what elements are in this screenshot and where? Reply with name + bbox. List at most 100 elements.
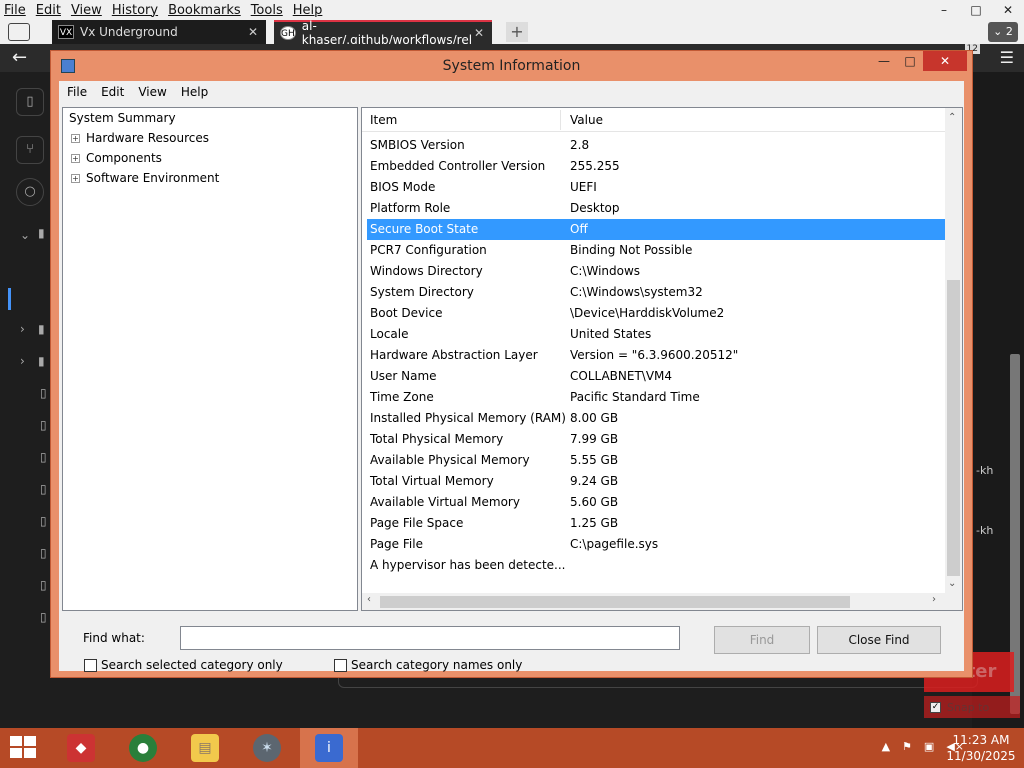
menu-tools[interactable]: Tools bbox=[251, 3, 283, 18]
menu-view[interactable]: View bbox=[138, 85, 166, 99]
table-row[interactable]: System Directory C:\Windows\system32 bbox=[367, 282, 945, 303]
table-row[interactable]: PCR7 Configuration Binding Not Possible bbox=[367, 240, 945, 261]
back-arrow-icon[interactable]: ← bbox=[12, 47, 27, 68]
tab-list-button[interactable]: ⌄ 2 bbox=[988, 22, 1018, 42]
category-tree: System Summary + Hardware Resources + Comp… bbox=[62, 107, 358, 611]
menu-edit[interactable]: Edit bbox=[101, 85, 124, 99]
taskbar-app-explorer[interactable]: ▤ bbox=[176, 728, 234, 768]
browser-menubar: File Edit View History Bookmarks Tools H… bbox=[0, 0, 1024, 20]
table-row[interactable]: Platform Role Desktop bbox=[367, 198, 945, 219]
tab-github-workflows[interactable]: GH al-khaser/.github/workflows/rel ✕ bbox=[274, 19, 492, 47]
table-row[interactable]: BIOS Mode UEFI bbox=[367, 177, 945, 198]
taskbar-app-network[interactable]: ✶ bbox=[238, 728, 296, 768]
find-input[interactable] bbox=[180, 626, 680, 650]
column-divider[interactable] bbox=[560, 110, 561, 130]
checkbox-box[interactable] bbox=[84, 658, 97, 672]
maximize-button[interactable]: □ bbox=[960, 0, 992, 20]
table-row[interactable]: User Name COLLABNET\VM4 bbox=[367, 366, 945, 387]
table-row[interactable]: Time Zone Pacific Standard Time bbox=[367, 387, 945, 408]
close-button[interactable]: ✕ bbox=[992, 0, 1024, 20]
taskbar-app-browser[interactable]: ● bbox=[114, 728, 172, 768]
windows-start-icon[interactable] bbox=[10, 736, 38, 760]
search-selected-category-checkbox[interactable]: Search selected category only bbox=[84, 658, 283, 672]
table-row[interactable]: Locale United States bbox=[367, 324, 945, 345]
horizontal-scrollbar[interactable]: ‹ › bbox=[362, 593, 962, 610]
chevron-down-icon[interactable]: ⌄ bbox=[20, 228, 30, 242]
row-item: Time Zone bbox=[370, 390, 434, 404]
menu-bookmarks[interactable]: Bookmarks bbox=[168, 3, 241, 18]
maximize-button[interactable]: □ bbox=[897, 51, 923, 71]
table-row[interactable]: Installed Physical Memory (RAM) 8.00 GB bbox=[367, 408, 945, 429]
table-row[interactable]: Available Virtual Memory 5.60 GB bbox=[367, 492, 945, 513]
scroll-left-icon[interactable]: ‹ bbox=[367, 594, 371, 605]
hamburger-menu-icon[interactable]: ☰ bbox=[1000, 48, 1014, 67]
window-titlebar[interactable]: System Information — □ ✕ bbox=[51, 51, 972, 81]
menu-view[interactable]: View bbox=[71, 3, 102, 18]
tab-vx-underground[interactable]: VX Vx Underground ✕ bbox=[52, 20, 266, 44]
search-category-names-checkbox[interactable]: Search category names only bbox=[334, 658, 522, 672]
table-row[interactable]: SMBIOS Version 2.8 bbox=[367, 135, 945, 156]
table-row[interactable]: Secure Boot State Off bbox=[367, 219, 945, 240]
tab-close-icon[interactable]: ✕ bbox=[474, 26, 484, 40]
menu-edit[interactable]: Edit bbox=[36, 3, 61, 18]
system-information-window: System Information — □ ✕ File Edit View … bbox=[50, 50, 973, 678]
table-row[interactable]: Total Virtual Memory 9.24 GB bbox=[367, 471, 945, 492]
expand-icon[interactable]: + bbox=[71, 174, 80, 183]
network-icon[interactable]: ▣ bbox=[924, 740, 934, 753]
chevron-right-icon[interactable]: › bbox=[20, 322, 25, 336]
scroll-up-icon[interactable]: ⌃ bbox=[948, 112, 956, 123]
scroll-thumb[interactable] bbox=[947, 280, 960, 576]
tree-item-system-summary[interactable]: System Summary bbox=[69, 111, 176, 125]
checkbox-box[interactable] bbox=[334, 658, 347, 672]
tree-item-components[interactable]: + Components bbox=[71, 151, 162, 165]
check-icon: ✓ bbox=[930, 701, 941, 713]
globe-icon: ● bbox=[129, 734, 157, 762]
column-header-item[interactable]: Item bbox=[370, 113, 397, 127]
table-row[interactable]: Embedded Controller Version 255.255 bbox=[367, 156, 945, 177]
minimize-button[interactable]: — bbox=[871, 51, 897, 71]
tree-item-hardware-resources[interactable]: + Hardware Resources bbox=[71, 131, 209, 145]
up-arrow-icon[interactable]: ▲ bbox=[882, 740, 890, 753]
expand-icon[interactable]: + bbox=[71, 154, 80, 163]
row-value: 1.25 GB bbox=[570, 516, 619, 530]
taskbar-app-toolbox[interactable]: ◆ bbox=[52, 728, 110, 768]
close-button[interactable]: ✕ bbox=[923, 51, 967, 71]
scroll-right-icon[interactable]: › bbox=[932, 594, 936, 605]
table-row[interactable]: Page File C:\pagefile.sys bbox=[367, 534, 945, 555]
table-row[interactable]: Windows Directory C:\Windows bbox=[367, 261, 945, 282]
menu-help[interactable]: Help bbox=[181, 85, 208, 99]
chevron-right-icon[interactable]: › bbox=[20, 354, 25, 368]
minimize-button[interactable]: – bbox=[928, 0, 960, 20]
tab-close-icon[interactable]: ✕ bbox=[248, 25, 258, 39]
scroll-thumb[interactable] bbox=[380, 596, 850, 608]
sidebar-toggle-icon[interactable]: ▯ bbox=[16, 88, 44, 116]
tab-overview-icon[interactable] bbox=[8, 23, 30, 41]
menu-history[interactable]: History bbox=[112, 3, 158, 18]
table-row[interactable]: Total Physical Memory 7.99 GB bbox=[367, 429, 945, 450]
menu-file[interactable]: File bbox=[4, 3, 26, 18]
branch-icon[interactable]: ⑂ bbox=[16, 136, 44, 164]
table-row[interactable]: Hardware Abstraction Layer Version = "6.3… bbox=[367, 345, 945, 366]
row-value: 5.60 GB bbox=[570, 495, 619, 509]
close-find-button[interactable]: Close Find bbox=[817, 626, 941, 654]
new-tab-button[interactable]: + bbox=[506, 22, 528, 42]
menu-help[interactable]: Help bbox=[293, 3, 323, 18]
table-row[interactable]: Available Physical Memory 5.55 GB bbox=[367, 450, 945, 471]
table-row[interactable]: Boot Device \Device\HarddiskVolume2 bbox=[367, 303, 945, 324]
snap-to-toggle[interactable]: ✓ Snap to bbox=[924, 696, 1020, 718]
table-row[interactable]: Page File Space 1.25 GB bbox=[367, 513, 945, 534]
github-favicon-icon: GH bbox=[280, 26, 296, 40]
menu-file[interactable]: File bbox=[67, 85, 87, 99]
table-row[interactable]: A hypervisor has been detecte... bbox=[367, 555, 945, 576]
tree-item-software-environment[interactable]: + Software Environment bbox=[71, 171, 219, 185]
row-item: Windows Directory bbox=[370, 264, 483, 278]
flag-icon[interactable]: ⚑ bbox=[902, 740, 912, 753]
find-button[interactable]: Find bbox=[714, 626, 810, 654]
taskbar-app-sysinfo[interactable]: i bbox=[300, 728, 358, 768]
search-icon[interactable]: ○ bbox=[16, 178, 44, 206]
expand-icon[interactable]: + bbox=[71, 134, 80, 143]
vertical-scrollbar[interactable]: ⌃ ⌄ bbox=[945, 108, 962, 594]
column-header-value[interactable]: Value bbox=[570, 113, 603, 127]
clock[interactable]: 11:23 AM 11/30/2025 bbox=[946, 732, 1016, 764]
scroll-down-icon[interactable]: ⌄ bbox=[948, 578, 956, 589]
